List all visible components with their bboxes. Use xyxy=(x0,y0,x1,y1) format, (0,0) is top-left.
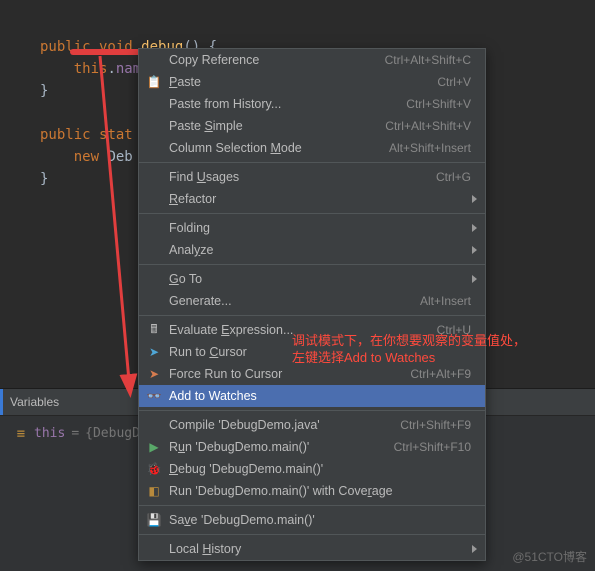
menu-item-shortcut: Ctrl+Alt+Shift+V xyxy=(385,119,471,133)
menu-item[interactable]: 👓 Add to Watches xyxy=(139,385,485,407)
menu-item-label: Paste Simple xyxy=(169,119,385,133)
menu-item-label: Add to Watches xyxy=(169,389,471,403)
menu-item[interactable]: Go To xyxy=(139,268,485,290)
evaluate-icon: 🖩 xyxy=(147,323,161,337)
menu-item[interactable]: Generate...Alt+Insert xyxy=(139,290,485,312)
menu-item-label: Paste xyxy=(169,75,437,89)
submenu-arrow-icon xyxy=(472,545,477,553)
menu-item-shortcut: Alt+Shift+Insert xyxy=(389,141,471,155)
var-icon: ≡ xyxy=(14,427,28,441)
menu-item-label: Run 'DebugDemo.main()' with Coverage xyxy=(169,484,471,498)
menu-item-shortcut: Ctrl+G xyxy=(436,170,471,184)
menu-item-label: Find Usages xyxy=(169,170,436,184)
menu-separator xyxy=(139,505,485,506)
menu-item[interactable]: Copy ReferenceCtrl+Alt+Shift+C xyxy=(139,49,485,71)
menu-item-label: Analyze xyxy=(169,243,471,257)
menu-item-label: Evaluate Expression... xyxy=(169,323,437,337)
menu-item-label: Paste from History... xyxy=(169,97,406,111)
coverage-icon: ◧ xyxy=(147,484,161,498)
menu-item[interactable]: Refactor xyxy=(139,188,485,210)
menu-item[interactable]: ▶ Run 'DebugDemo.main()'Ctrl+Shift+F10 xyxy=(139,436,485,458)
menu-item-shortcut: Ctrl+Shift+F10 xyxy=(394,440,471,454)
menu-item-label: Refactor xyxy=(169,192,471,206)
menu-item-label: Column Selection Mode xyxy=(169,141,389,155)
var-name: this xyxy=(34,426,65,441)
submenu-arrow-icon xyxy=(472,275,477,283)
menu-item[interactable]: 🐞 Debug 'DebugDemo.main()' xyxy=(139,458,485,480)
menu-item-label: Save 'DebugDemo.main()' xyxy=(169,513,471,527)
run-icon: ▶ xyxy=(147,440,161,454)
context-menu: Copy ReferenceCtrl+Alt+Shift+C📋PasteCtrl… xyxy=(138,48,486,561)
menu-item-label: Run 'DebugDemo.main()' xyxy=(169,440,394,454)
watch-icon: 👓 xyxy=(147,389,161,403)
menu-item[interactable]: Folding xyxy=(139,217,485,239)
menu-separator xyxy=(139,315,485,316)
menu-item-shortcut: Ctrl+Shift+V xyxy=(406,97,471,111)
menu-item-shortcut: Ctrl+Alt+Shift+C xyxy=(385,53,471,67)
submenu-arrow-icon xyxy=(472,195,477,203)
menu-item-label: Folding xyxy=(169,221,471,235)
menu-item-label: Go To xyxy=(169,272,471,286)
menu-item-label: Compile 'DebugDemo.java' xyxy=(169,418,400,432)
menu-item-shortcut: Alt+Insert xyxy=(420,294,471,308)
menu-item-label: Copy Reference xyxy=(169,53,385,67)
menu-item-label: Debug 'DebugDemo.main()' xyxy=(169,462,471,476)
menu-item[interactable]: 🖩 Evaluate Expression...Ctrl+U xyxy=(139,319,485,341)
paste-icon: 📋 xyxy=(147,75,161,89)
submenu-arrow-icon xyxy=(472,246,477,254)
menu-item[interactable]: Analyze xyxy=(139,239,485,261)
menu-item[interactable]: Paste SimpleCtrl+Alt+Shift+V xyxy=(139,115,485,137)
menu-item[interactable]: Compile 'DebugDemo.java'Ctrl+Shift+F9 xyxy=(139,414,485,436)
run-cursor-icon: ➤ xyxy=(147,345,161,359)
menu-item-shortcut: Ctrl+V xyxy=(437,75,471,89)
menu-item[interactable]: Column Selection ModeAlt+Shift+Insert xyxy=(139,137,485,159)
menu-item-label: Run to Cursor xyxy=(169,345,471,359)
menu-item-shortcut: Ctrl+Shift+F9 xyxy=(400,418,471,432)
menu-item[interactable]: ➤ Run to Cursor xyxy=(139,341,485,363)
menu-item-shortcut: Ctrl+Alt+F9 xyxy=(410,367,471,381)
watermark: @51CTO博客 xyxy=(512,548,587,565)
menu-separator xyxy=(139,410,485,411)
menu-separator xyxy=(139,264,485,265)
menu-separator xyxy=(139,534,485,535)
menu-item-shortcut: Ctrl+U xyxy=(437,323,471,337)
menu-item[interactable]: ➤ Force Run to CursorCtrl+Alt+F9 xyxy=(139,363,485,385)
menu-item[interactable]: 💾 Save 'DebugDemo.main()' xyxy=(139,509,485,531)
menu-item[interactable]: 📋 PasteCtrl+V xyxy=(139,71,485,93)
menu-item-label: Force Run to Cursor xyxy=(169,367,410,381)
menu-item[interactable]: Paste from History...Ctrl+Shift+V xyxy=(139,93,485,115)
menu-item[interactable]: Local History xyxy=(139,538,485,560)
menu-item[interactable]: ◧ Run 'DebugDemo.main()' with Coverage xyxy=(139,480,485,502)
force-run-cursor-icon: ➤ xyxy=(147,367,161,381)
debug-icon: 🐞 xyxy=(147,462,161,476)
submenu-arrow-icon xyxy=(472,224,477,232)
menu-item-label: Local History xyxy=(169,542,471,556)
save-icon: 💾 xyxy=(147,513,161,527)
menu-item-label: Generate... xyxy=(169,294,420,308)
menu-separator xyxy=(139,213,485,214)
menu-separator xyxy=(139,162,485,163)
menu-item[interactable]: Find UsagesCtrl+G xyxy=(139,166,485,188)
